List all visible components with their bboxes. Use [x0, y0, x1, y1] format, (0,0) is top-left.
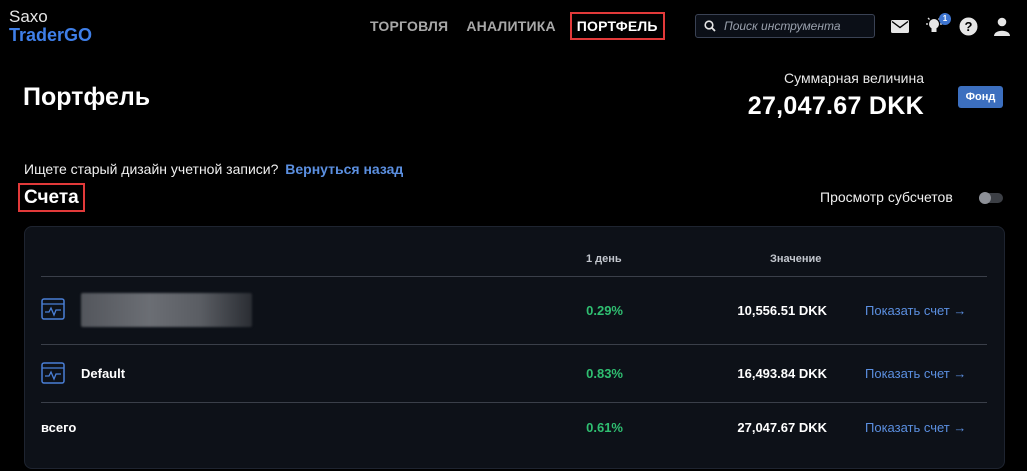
row-day-change: 0.29% [586, 303, 623, 318]
accounts-table: 1 день Значение 0.29% 10,556.51 DKK Пока… [24, 226, 1005, 469]
mail-icon[interactable] [891, 20, 909, 33]
account-name[interactable]: Default [81, 366, 125, 381]
toggle-knob [979, 192, 991, 204]
total-row-label: всего [41, 420, 77, 435]
go-back-link[interactable]: Вернуться назад [285, 161, 403, 177]
main-nav: ТОРГОВЛЯ АНАЛИТИКА ПОРТФЕЛЬ [370, 12, 679, 40]
account-chart-icon [41, 298, 65, 320]
total-value: 27,047.67 DKK [747, 92, 924, 120]
row-value: 16,493.84 DKK [737, 366, 827, 381]
show-account-link[interactable]: Показать счет → [865, 303, 966, 318]
row-value: 10,556.51 DKK [737, 303, 827, 318]
divider [41, 402, 987, 403]
nav-analytics[interactable]: АНАЛИТИКА [466, 18, 555, 36]
row-day-change: 0.83% [586, 366, 623, 381]
top-bar: Saxo TraderGO ТОРГОВЛЯ АНАЛИТИКА ПОРТФЕЛ… [0, 0, 1027, 56]
search-box[interactable] [695, 14, 875, 38]
notification-badge: 1 [939, 13, 951, 25]
search-input[interactable] [722, 18, 866, 34]
legacy-notice-text: Ищете старый дизайн учетной записи? [24, 161, 279, 177]
column-header-day: 1 день [586, 253, 622, 265]
brand-logo[interactable]: Saxo TraderGO [9, 7, 92, 45]
subaccounts-label: Просмотр субсчетов [820, 189, 953, 205]
account-name-redacted [81, 293, 252, 327]
accounts-section-title: Счета [18, 183, 85, 212]
user-icon[interactable] [993, 17, 1011, 36]
brand-line2: TraderGO [9, 25, 93, 45]
account-chart-icon [41, 362, 65, 384]
svg-text:?: ? [965, 19, 973, 34]
divider [41, 276, 987, 277]
search-icon [704, 20, 716, 32]
divider [41, 344, 987, 345]
column-header-value: Значение [770, 253, 822, 265]
show-account-link[interactable]: Показать счет → [865, 366, 966, 381]
legacy-design-notice: Ищете старый дизайн учетной записи? Верн… [24, 161, 403, 177]
row-day-change: 0.61% [586, 420, 623, 435]
subaccounts-toggle[interactable] [979, 192, 1003, 204]
brand-line1: Saxo [9, 7, 48, 26]
help-icon[interactable]: ? [959, 17, 978, 36]
fund-button[interactable]: Фонд [958, 86, 1003, 108]
nav-portfolio[interactable]: ПОРТФЕЛЬ [569, 12, 665, 40]
show-account-link[interactable]: Показать счет → [865, 420, 966, 435]
row-value: 27,047.67 DKK [737, 420, 827, 435]
nav-trading[interactable]: ТОРГОВЛЯ [370, 18, 448, 36]
total-value-label: Суммарная величина [784, 70, 924, 86]
page-title: Портфель [23, 83, 151, 111]
